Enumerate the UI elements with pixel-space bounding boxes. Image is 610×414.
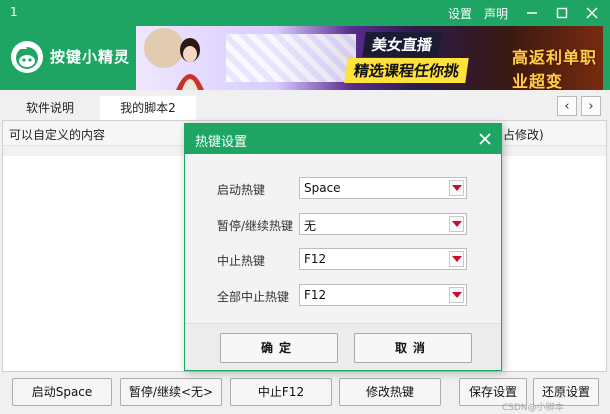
maximize-icon xyxy=(556,7,568,19)
minimize-icon xyxy=(527,12,537,14)
start-hotkey-value: Space xyxy=(304,181,341,195)
ad-text-courses: 精选课程任你挑 xyxy=(344,58,469,83)
stop-button[interactable]: 中止F12 xyxy=(230,378,332,406)
stop-hotkey-select[interactable]: F12 xyxy=(299,248,467,270)
hotkey-settings-dialog: 热键设置 启动热键 Space 暂停/继续热键 无 中止热键 F12 全部中止热… xyxy=(184,123,502,371)
dialog-title-bar: 热键设置 xyxy=(185,124,501,154)
chevron-right-icon: › xyxy=(588,99,594,114)
watermark: CSDN@小脚本 xyxy=(502,403,564,413)
dropdown-arrow-icon[interactable] xyxy=(449,251,464,267)
stop-hotkey-value: F12 xyxy=(304,252,327,266)
tab-next-button[interactable]: › xyxy=(581,96,601,116)
column-header-note: 占修改) xyxy=(503,128,544,142)
banner-ad[interactable]: 美女直播 精选课程任你挑 高返利单职业超变 xyxy=(136,26,603,90)
window-title: 1 xyxy=(10,5,18,19)
edit-hotkeys-button[interactable]: 修改热键 xyxy=(339,378,441,406)
maximize-button[interactable] xyxy=(550,0,574,26)
start-button[interactable]: 启动Space xyxy=(12,378,112,406)
dropdown-arrow-icon[interactable] xyxy=(449,287,464,303)
tab-prev-button[interactable]: ‹ xyxy=(557,96,577,116)
pause-hotkey-value: 无 xyxy=(304,219,317,233)
pause-hotkey-select[interactable]: 无 xyxy=(299,213,467,235)
logo-icon xyxy=(11,41,43,73)
stop-all-hotkey-label: 全部中止热键 xyxy=(217,290,290,304)
cancel-button[interactable]: 取消 xyxy=(354,333,472,363)
ad-figure-image xyxy=(144,28,204,90)
dialog-footer: 确定 取消 xyxy=(185,324,501,370)
close-icon xyxy=(479,133,491,145)
settings-link[interactable]: 设置 xyxy=(448,5,472,22)
tab-software-info[interactable]: 软件说明 xyxy=(0,96,100,120)
title-bar: 1 设置 声明 xyxy=(0,0,610,26)
dropdown-arrow-icon[interactable] xyxy=(449,216,464,232)
stop-all-hotkey-select[interactable]: F12 xyxy=(299,284,467,306)
start-hotkey-select[interactable]: Space xyxy=(299,177,467,199)
pause-hotkey-label: 暂停/继续热键 xyxy=(217,219,294,233)
minimize-button[interactable] xyxy=(520,0,544,26)
pause-resume-button[interactable]: 暂停/继续<无> xyxy=(120,378,222,406)
app-name: 按键小精灵 xyxy=(50,48,131,66)
dialog-title: 热键设置 xyxy=(195,135,248,150)
close-window-button[interactable] xyxy=(580,0,604,26)
start-hotkey-label: 启动热键 xyxy=(217,183,266,197)
tab-bar: 软件说明 我的脚本2 ‹ › xyxy=(0,90,610,120)
dialog-close-button[interactable] xyxy=(475,129,495,149)
stop-all-hotkey-value: F12 xyxy=(304,288,327,302)
ok-button[interactable]: 确定 xyxy=(220,333,338,363)
ad-text-game: 高返利单职业超变 xyxy=(512,48,598,90)
close-icon xyxy=(586,7,598,19)
ad-course-graphic xyxy=(226,34,356,82)
statement-link[interactable]: 声明 xyxy=(484,5,508,22)
tab-my-script[interactable]: 我的脚本2 xyxy=(100,96,196,120)
column-header-content: 可以自定义的内容 xyxy=(9,128,106,142)
stop-hotkey-label: 中止热键 xyxy=(217,254,266,268)
ad-text-live: 美女直播 xyxy=(362,32,442,57)
chevron-left-icon: ‹ xyxy=(564,99,570,114)
dropdown-arrow-icon[interactable] xyxy=(449,180,464,196)
